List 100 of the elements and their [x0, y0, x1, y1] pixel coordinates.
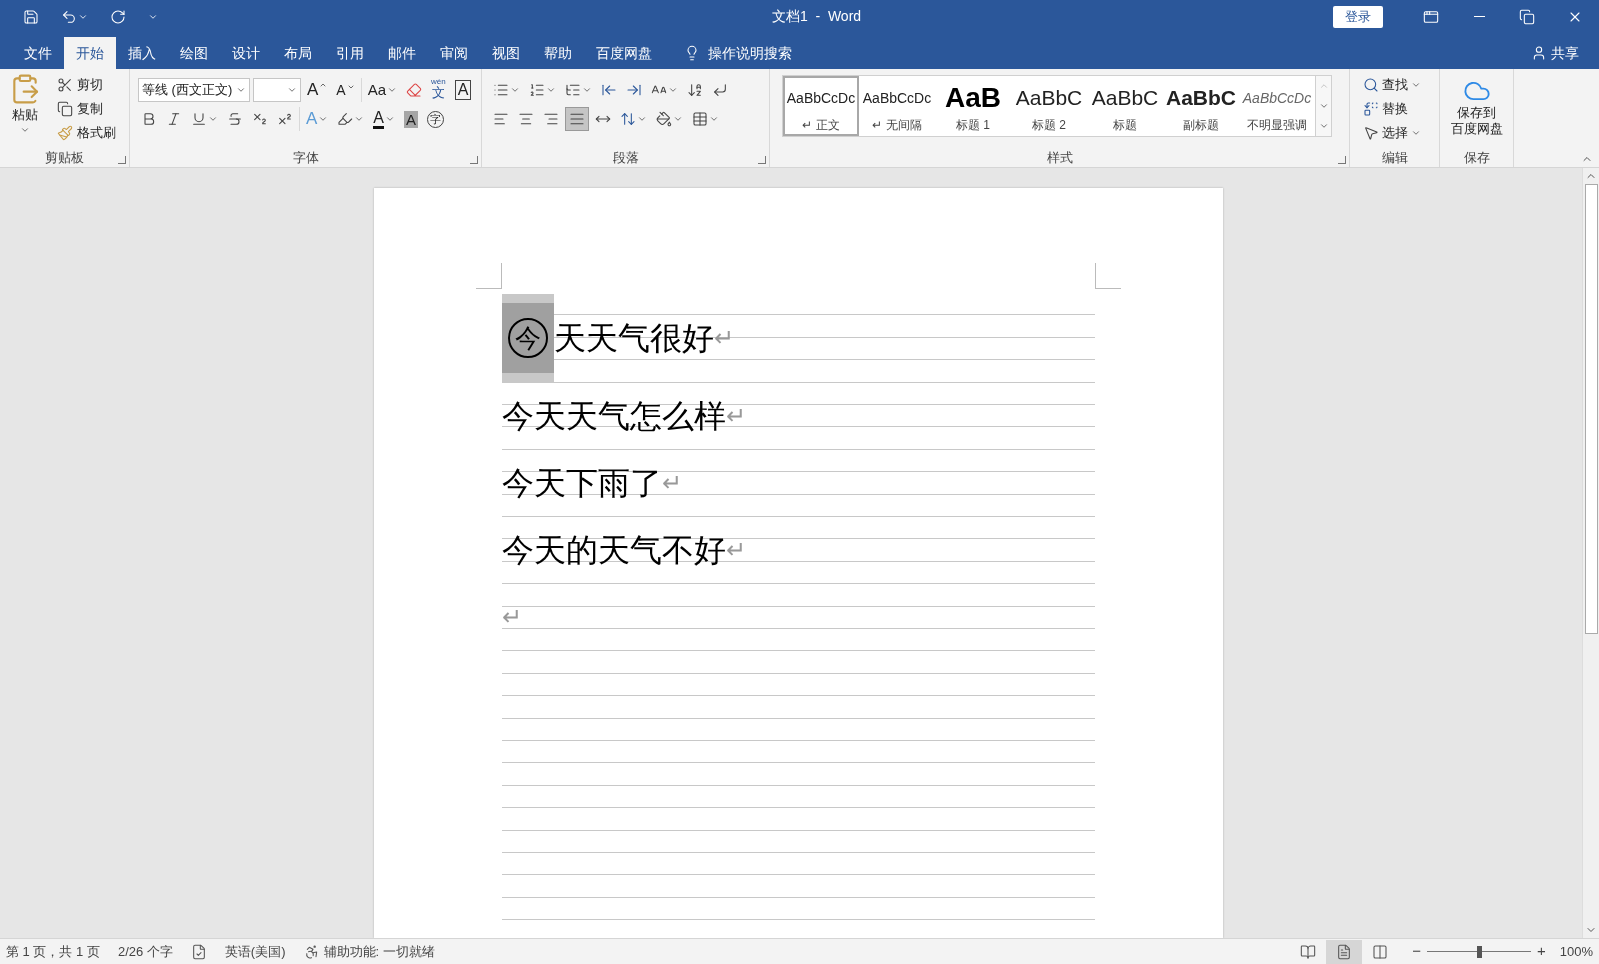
- margin-corner-mark: [1095, 263, 1121, 289]
- font-name-field[interactable]: 等线 (西文正文): [138, 78, 250, 102]
- cut-button[interactable]: 剪切: [54, 73, 119, 97]
- style-item[interactable]: AaBbCcDc 不明显强调: [1239, 76, 1315, 136]
- italic-icon: [166, 111, 182, 127]
- ribbon-tab[interactable]: 布局: [272, 37, 324, 69]
- numbered-list-icon: [529, 82, 545, 98]
- ribbon-tab[interactable]: 百度网盘: [584, 37, 664, 69]
- ribbon-tab[interactable]: 邮件: [376, 37, 428, 69]
- tell-me-search[interactable]: 操作说明搜索: [708, 42, 792, 64]
- zoom-out-button[interactable]: −: [1412, 940, 1421, 963]
- paragraph-text: 天天气很好: [554, 319, 714, 358]
- zoom-slider-thumb[interactable]: [1477, 945, 1482, 958]
- border-grid-icon: [692, 111, 708, 127]
- paste-button[interactable]: 粘贴: [6, 73, 44, 149]
- print-layout-button[interactable]: [1326, 939, 1363, 964]
- style-item[interactable]: AaBbCcDc ↵ 正文: [783, 76, 859, 136]
- enclosed-character: 今: [502, 294, 554, 382]
- find-button[interactable]: 查找: [1360, 73, 1439, 97]
- group-label: 样式: [1046, 149, 1073, 168]
- dropdown-caret-icon: [287, 85, 297, 95]
- copy-button[interactable]: 复制: [54, 97, 119, 121]
- paragraph-mark: ↵: [502, 601, 522, 632]
- grow-font-button[interactable]: A: [304, 78, 331, 102]
- bold-icon: [141, 111, 157, 127]
- dropdown-caret-icon: [385, 114, 395, 124]
- style-item[interactable]: AaB 标题 1: [935, 76, 1011, 136]
- group-label: 保存: [1463, 149, 1490, 168]
- replace-button[interactable]: 替换: [1360, 97, 1439, 121]
- scissors-icon: [57, 77, 73, 93]
- dropdown-caret-icon: [236, 85, 246, 95]
- group-label: 剪贴板: [45, 149, 84, 168]
- margin-corner-mark: [476, 263, 502, 289]
- phonetic-guide-button[interactable]: wén 文: [428, 78, 449, 102]
- book-icon: [1300, 943, 1317, 960]
- word-count[interactable]: 2/26 个字: [117, 941, 173, 962]
- paragraph-text: 今天天气怎么样: [502, 396, 726, 436]
- redo-icon: [110, 8, 126, 25]
- superscript-icon: [277, 111, 293, 127]
- ribbon-tab[interactable]: 引用: [324, 37, 376, 69]
- line-spacing-icon: [620, 111, 636, 127]
- style-item[interactable]: AaBbCcDc ↵ 无间隔: [859, 76, 935, 136]
- gallery-scrollbar[interactable]: [1315, 76, 1331, 136]
- align-right-icon: [543, 111, 559, 127]
- shrink-font-button[interactable]: A: [333, 78, 358, 102]
- decrease-indent-icon: [601, 82, 617, 98]
- dialog-launcher-icon[interactable]: [1338, 156, 1346, 164]
- restore-icon: [1519, 8, 1535, 25]
- down-caret-icon: [346, 83, 355, 91]
- ribbon-tab[interactable]: 开始: [64, 37, 116, 69]
- ribbon-tab[interactable]: 视图: [480, 37, 532, 69]
- dropdown-caret-icon: [318, 114, 329, 124]
- pointer-icon: [1363, 125, 1379, 141]
- sign-in-button[interactable]: 登录: [1333, 5, 1383, 28]
- eraser-icon: [406, 82, 423, 98]
- up-caret-icon: [1318, 81, 1329, 91]
- ribbon-tab[interactable]: 绘图: [168, 37, 220, 69]
- ribbon-tab[interactable]: 帮助: [532, 37, 584, 69]
- align-left-icon: [493, 111, 509, 127]
- ribbon-tab[interactable]: 插入: [116, 37, 168, 69]
- dialog-launcher-icon[interactable]: [118, 156, 126, 164]
- language-status[interactable]: 英语(美国): [224, 941, 286, 962]
- scroll-thumb[interactable]: [1584, 184, 1598, 634]
- change-case-button[interactable]: Aa: [360, 78, 401, 102]
- style-item[interactable]: AaBbC 标题: [1087, 76, 1163, 136]
- style-item[interactable]: AaBbC 标题 2: [1011, 76, 1087, 136]
- accessibility-status[interactable]: 辅助功能: 一切就绪: [323, 941, 435, 962]
- group-label: 段落: [612, 149, 639, 168]
- ribbon-tab[interactable]: 文件: [12, 37, 64, 69]
- group-label: 编辑: [1381, 149, 1408, 168]
- copy-icon: [57, 101, 73, 117]
- page-icon: [1336, 943, 1353, 960]
- window-icon: [1423, 8, 1439, 25]
- bullet-list-icon: [493, 82, 509, 98]
- font-size-field[interactable]: [253, 78, 301, 102]
- sort-icon: [687, 82, 703, 98]
- dropdown-caret-icon: [354, 114, 365, 124]
- dropdown-caret-icon: [673, 114, 683, 124]
- lightbulb-icon: [684, 45, 700, 61]
- dropdown-caret-icon: [208, 114, 218, 124]
- zoom-level[interactable]: 100%: [1559, 941, 1593, 962]
- paintbrush-icon: [57, 125, 73, 141]
- page-count[interactable]: 第 1 页，共 1 页: [6, 941, 100, 962]
- share-button[interactable]: 共享: [1531, 37, 1579, 69]
- dropdown-caret-icon: [709, 114, 719, 124]
- group-label: 字体: [292, 149, 319, 168]
- dialog-launcher-icon[interactable]: [470, 156, 478, 164]
- font-color-button[interactable]: A: [370, 107, 398, 131]
- save-to-cloud-button[interactable]: 保存到 百度网盘: [1440, 69, 1513, 149]
- zoom-slider-track[interactable]: [1427, 945, 1531, 958]
- justify-icon: [569, 111, 585, 127]
- ribbon-tab[interactable]: 审阅: [428, 37, 480, 69]
- select-button[interactable]: 选择: [1360, 121, 1439, 145]
- vertical-scrollbar[interactable]: [1582, 168, 1599, 938]
- style-item[interactable]: AaBbC 副标题: [1163, 76, 1239, 136]
- zoom-in-button[interactable]: +: [1537, 940, 1546, 963]
- increase-indent-icon: [626, 82, 642, 98]
- justify-button[interactable]: [565, 107, 589, 131]
- dialog-launcher-icon[interactable]: [758, 156, 766, 164]
- ribbon-tab[interactable]: 设计: [220, 37, 272, 69]
